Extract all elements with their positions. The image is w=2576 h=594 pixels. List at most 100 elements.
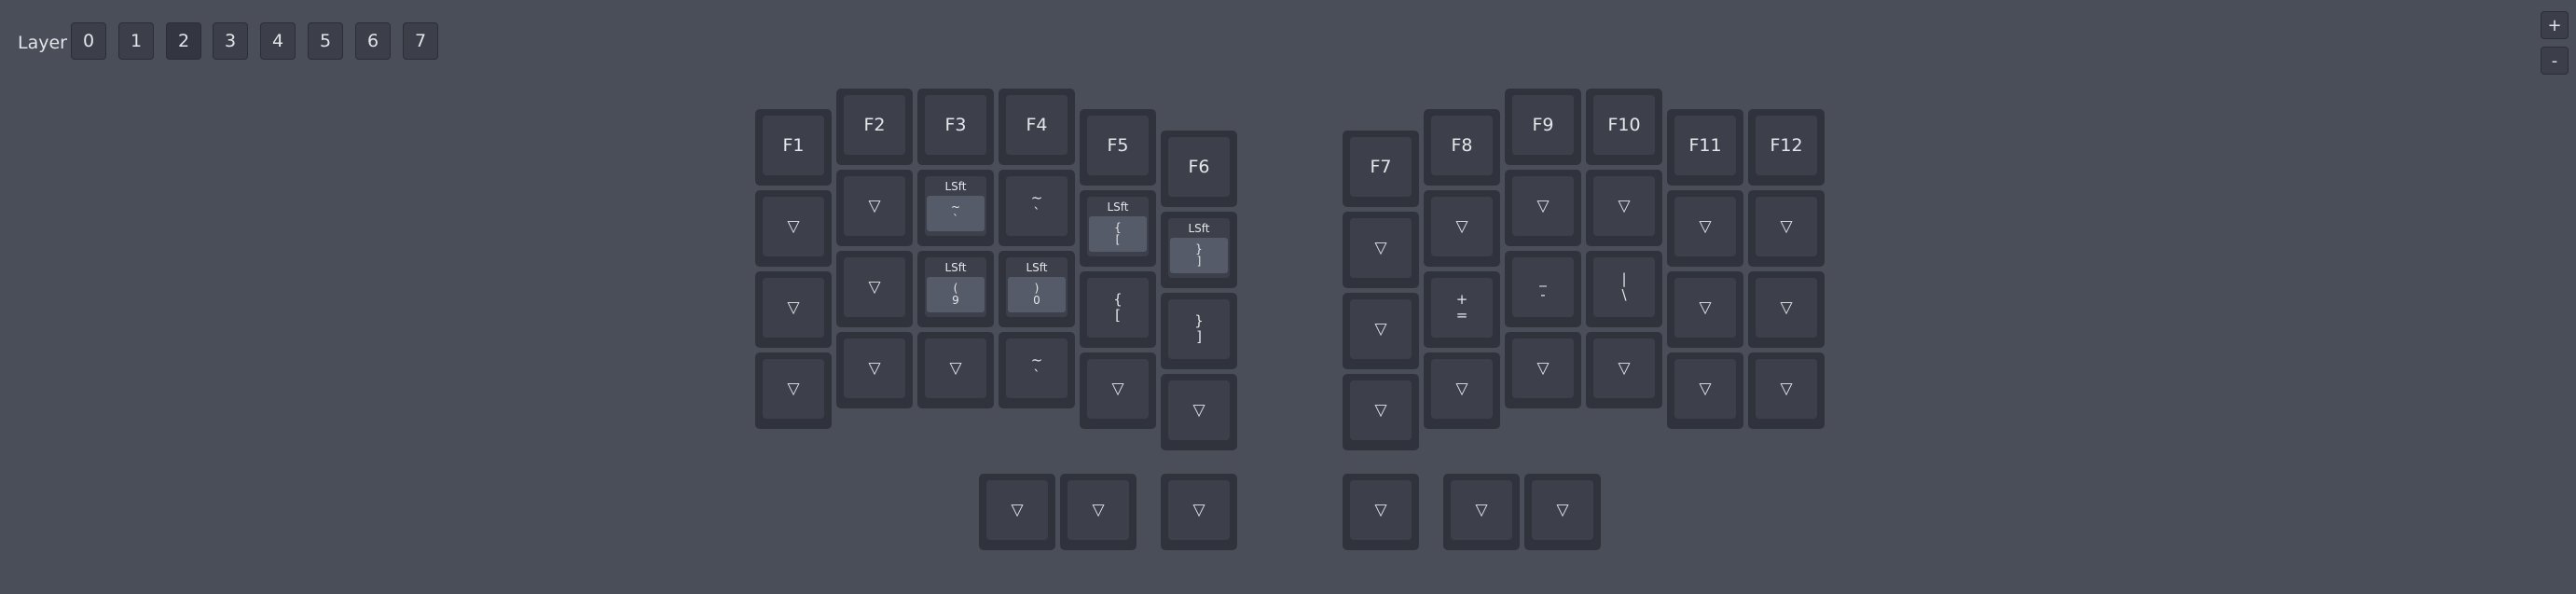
right-key-r2-c1[interactable]: + = — [1424, 271, 1500, 348]
left-key-r2-c2[interactable]: LSft ( 9 — [917, 251, 994, 327]
left-key-r2-c4[interactable]: { [ — [1080, 271, 1156, 348]
key-label: F1 — [782, 135, 805, 156]
transparent-key-icon: ▽ — [1556, 501, 1569, 519]
right-thumb-key-2[interactable]: ▽ — [1524, 474, 1601, 550]
right-key-r1-c1[interactable]: ▽ — [1424, 190, 1500, 267]
right-key-r0-c5[interactable]: F12 — [1748, 109, 1825, 186]
keycap: F10 — [1593, 95, 1655, 155]
right-key-r0-c0[interactable]: F7 — [1343, 131, 1419, 207]
left-key-r0-c0[interactable]: F1 — [755, 109, 832, 186]
key-label: F7 — [1370, 157, 1392, 177]
left-key-r0-c4[interactable]: F5 — [1080, 109, 1156, 186]
left-key-r0-c5[interactable]: F6 — [1161, 131, 1237, 207]
transparent-key-icon: ▽ — [1011, 501, 1024, 519]
right-thumb-key-1[interactable]: ▽ — [1443, 474, 1520, 550]
key-label: ~ ` — [1030, 352, 1043, 384]
zoom-in-button[interactable]: + — [2541, 11, 2569, 39]
key-label: } ] — [1194, 312, 1204, 345]
left-key-r2-c3[interactable]: LSft) 0 — [999, 251, 1075, 327]
left-key-r3-c0[interactable]: ▽ — [755, 352, 832, 429]
layer-button-0[interactable]: 0 — [71, 22, 106, 60]
left-key-r0-c1[interactable]: F2 — [836, 89, 913, 165]
layer-button-6[interactable]: 6 — [355, 22, 391, 60]
keycap: F11 — [1674, 116, 1736, 175]
right-key-r3-c3[interactable]: ▽ — [1586, 332, 1662, 408]
left-key-r3-c3[interactable]: ~ ` — [999, 332, 1075, 408]
keycap: ▽ — [844, 257, 905, 317]
keycap: ▽ — [1350, 218, 1412, 278]
layer-button-1[interactable]: 1 — [118, 22, 154, 60]
left-thumb-key-2[interactable]: ▽ — [1161, 474, 1237, 550]
right-key-r0-c2[interactable]: F9 — [1505, 89, 1581, 165]
left-key-r3-c5[interactable]: ▽ — [1161, 374, 1237, 450]
left-key-r3-c2[interactable]: ▽ — [917, 332, 994, 408]
left-key-r1-c4[interactable]: LSft { [ — [1080, 190, 1156, 267]
key-label: | \ — [1621, 270, 1627, 303]
layer-button-2[interactable]: 2 — [166, 22, 201, 60]
keycap: ▽ — [1350, 299, 1412, 359]
left-key-r3-c4[interactable]: ▽ — [1080, 352, 1156, 429]
transparent-key-icon: ▽ — [1699, 217, 1712, 236]
layer-button-5[interactable]: 5 — [308, 22, 343, 60]
transparent-key-icon: ▽ — [1111, 380, 1124, 398]
left-key-r2-c0[interactable]: ▽ — [755, 271, 832, 348]
right-key-r1-c0[interactable]: ▽ — [1343, 212, 1419, 288]
left-key-r0-c2[interactable]: F3 — [917, 89, 994, 165]
transparent-key-icon: ▽ — [1536, 359, 1550, 378]
right-key-r0-c1[interactable]: F8 — [1424, 109, 1500, 186]
right-thumb-key-0[interactable]: ▽ — [1343, 474, 1419, 550]
right-key-r0-c3[interactable]: F10 — [1586, 89, 1662, 165]
layer-button-7[interactable]: 7 — [403, 22, 438, 60]
left-thumb-key-1[interactable]: ▽ — [1060, 474, 1136, 550]
key-label: F12 — [1770, 135, 1803, 156]
transparent-key-icon: ▽ — [1374, 501, 1387, 519]
transparent-key-icon: ▽ — [1092, 501, 1105, 519]
left-thumb-key-0[interactable]: ▽ — [979, 474, 1055, 550]
transparent-key-icon: ▽ — [787, 380, 800, 398]
layer-button-3[interactable]: 3 — [213, 22, 248, 60]
key-label: + = — [1455, 291, 1468, 324]
keycap: LSft ~ ` — [925, 176, 986, 236]
left-key-r1-c3[interactable]: ~ ` — [999, 170, 1075, 246]
right-key-r1-c3[interactable]: ▽ — [1586, 170, 1662, 246]
left-key-r2-c1[interactable]: ▽ — [836, 251, 913, 327]
transparent-key-icon: ▽ — [1780, 380, 1793, 398]
right-key-r2-c5[interactable]: ▽ — [1748, 271, 1825, 348]
right-key-r2-c4[interactable]: ▽ — [1667, 271, 1743, 348]
transparent-key-icon: ▽ — [1699, 380, 1712, 398]
right-key-r3-c5[interactable]: ▽ — [1748, 352, 1825, 429]
key-label: F11 — [1688, 135, 1722, 156]
transparent-key-icon: ▽ — [1192, 501, 1205, 519]
transparent-key-icon: ▽ — [1536, 197, 1550, 215]
keycap: ▽ — [1674, 197, 1736, 256]
right-key-r3-c1[interactable]: ▽ — [1424, 352, 1500, 429]
left-key-r3-c1[interactable]: ▽ — [836, 332, 913, 408]
right-key-r1-c2[interactable]: ▽ — [1505, 170, 1581, 246]
right-key-r2-c2[interactable]: _ - — [1505, 251, 1581, 327]
zoom-out-button[interactable]: - — [2541, 47, 2569, 75]
layer-button-4[interactable]: 4 — [260, 22, 296, 60]
transparent-key-icon: ▽ — [949, 359, 962, 378]
keycap: ▽ — [1532, 480, 1593, 540]
right-key-r2-c3[interactable]: | \ — [1586, 251, 1662, 327]
keycap: F12 — [1756, 116, 1817, 175]
left-key-r2-c5[interactable]: } ] — [1161, 293, 1237, 369]
keycap: LSft) 0 — [1006, 257, 1068, 317]
transparent-key-icon: ▽ — [1374, 320, 1387, 338]
right-key-r1-c5[interactable]: ▽ — [1748, 190, 1825, 267]
right-key-r3-c4[interactable]: ▽ — [1667, 352, 1743, 429]
left-key-r1-c0[interactable]: ▽ — [755, 190, 832, 267]
keycap: LSft ( 9 — [925, 257, 986, 317]
right-key-r0-c4[interactable]: F11 — [1667, 109, 1743, 186]
transparent-key-icon: ▽ — [1699, 298, 1712, 317]
right-key-r3-c2[interactable]: ▽ — [1505, 332, 1581, 408]
right-key-r3-c0[interactable]: ▽ — [1343, 374, 1419, 450]
left-key-r1-c5[interactable]: LSft} ] — [1161, 212, 1237, 288]
right-key-r2-c0[interactable]: ▽ — [1343, 293, 1419, 369]
left-key-r0-c3[interactable]: F4 — [999, 89, 1075, 165]
left-key-r1-c2[interactable]: LSft ~ ` — [917, 170, 994, 246]
left-key-r1-c1[interactable]: ▽ — [836, 170, 913, 246]
transparent-key-icon: ▽ — [1475, 501, 1488, 519]
keycap: { [ — [1087, 278, 1149, 338]
right-key-r1-c4[interactable]: ▽ — [1667, 190, 1743, 267]
